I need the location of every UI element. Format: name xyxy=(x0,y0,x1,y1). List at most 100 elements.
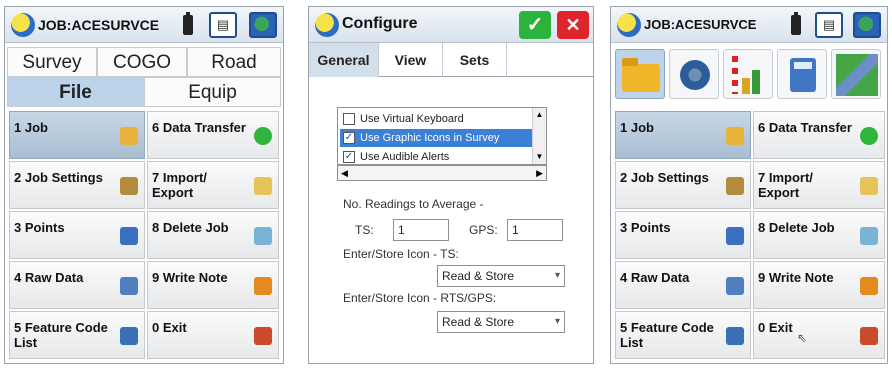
instrument-icon[interactable]: ▤ xyxy=(815,12,843,38)
road-icon[interactable] xyxy=(831,49,881,99)
instrument-icon[interactable]: ▤ xyxy=(209,12,237,38)
points-list-icon xyxy=(726,227,744,245)
dialog-title: Configure xyxy=(342,15,418,32)
mouse-cursor-icon: ⇖ xyxy=(797,331,808,345)
options-listbox[interactable]: Use Virtual Keyboard ✓ Use Graphic Icons… xyxy=(337,107,547,165)
gps-readings-input[interactable]: 1 xyxy=(507,219,563,241)
raw-data-icon xyxy=(726,277,744,295)
ok-check-button[interactable]: ✓ xyxy=(519,11,551,39)
scroll-left-arrow-icon[interactable]: ◀ xyxy=(341,168,348,179)
app-logo-icon[interactable] xyxy=(11,13,35,37)
checkbox-checked[interactable]: ✓ xyxy=(343,132,355,144)
import-export-icon xyxy=(254,177,272,195)
exit-door-icon xyxy=(254,327,272,345)
vertical-scrollbar[interactable]: ▲ ▼ xyxy=(532,108,546,164)
menu-button-8[interactable]: 9 Write Note xyxy=(147,261,279,309)
enter-store-ts-select[interactable]: Read & Store xyxy=(437,265,565,287)
scroll-down-arrow-icon[interactable]: ▼ xyxy=(533,150,546,164)
category-icon-bar xyxy=(613,45,885,103)
list-item[interactable]: ✓ Use Audible Alerts xyxy=(340,148,532,164)
raw-data-icon xyxy=(120,277,138,295)
title-bar: JOB:ACESURVCE ▤ xyxy=(5,7,283,43)
ts-readings-input[interactable]: 1 xyxy=(393,219,449,241)
checkbox-checked[interactable]: ✓ xyxy=(343,151,355,163)
configure-tabs: General View Sets xyxy=(309,43,593,77)
menu-button-label: 0 Exit xyxy=(152,320,187,335)
file-folder-icon[interactable] xyxy=(615,49,665,99)
feature-code-book-icon xyxy=(120,327,138,345)
menu-button-3[interactable]: 2 Job Settings xyxy=(9,161,145,209)
cogo-calculator-icon[interactable] xyxy=(777,49,827,99)
menu-button-5[interactable]: 3 Points xyxy=(615,211,751,259)
tab-file[interactable]: File xyxy=(7,77,144,107)
menu-button-4[interactable]: 7 Import/ Export xyxy=(147,161,279,209)
enter-store-rts-select[interactable]: Read & Store xyxy=(437,311,565,333)
job-settings-icon xyxy=(120,177,138,195)
file-menu-graphic-icons-screen: JOB:ACESURVCE ▤ 1 Job 6 Data Transfer 2 Jo… xyxy=(610,6,888,364)
job-title: JOB:ACESURVCE xyxy=(644,17,757,32)
horizontal-scrollbar[interactable]: ◀ ▶ xyxy=(337,165,547,181)
menu-button-4[interactable]: 7 Import/ Export xyxy=(753,161,885,209)
tab-survey[interactable]: Survey xyxy=(7,47,97,77)
menu-button-9[interactable]: 5 Feature Code List xyxy=(9,311,145,359)
close-x-button[interactable]: ✕ xyxy=(557,11,589,39)
menu-button-2[interactable]: 6 Data Transfer xyxy=(753,111,885,159)
menu-button-8[interactable]: 9 Write Note xyxy=(753,261,885,309)
tab-cogo[interactable]: COGO xyxy=(97,47,187,77)
menu-button-1[interactable]: 1 Job xyxy=(9,111,145,159)
delete-job-icon xyxy=(860,227,878,245)
menu-button-label: 8 Delete Job xyxy=(152,220,229,235)
list-item[interactable]: Use Virtual Keyboard xyxy=(340,110,532,128)
menu-button-label: 9 Write Note xyxy=(152,270,228,285)
app-logo-icon[interactable] xyxy=(617,13,641,37)
menu-button-label: 6 Data Transfer xyxy=(758,120,852,135)
pencil-icon xyxy=(254,277,272,295)
tab-sets[interactable]: Sets xyxy=(443,43,507,77)
file-menu-text-tabs-screen: JOB:ACESURVCE ▤ Survey COGO Road File Eq… xyxy=(4,6,284,364)
menu-button-label: 5 Feature Code List xyxy=(14,320,108,350)
scroll-up-arrow-icon[interactable]: ▲ xyxy=(533,108,546,122)
menu-button-label: 4 Raw Data xyxy=(14,270,84,285)
checkbox-unchecked[interactable] xyxy=(343,113,355,125)
import-export-icon xyxy=(860,177,878,195)
menu-button-5[interactable]: 3 Points xyxy=(9,211,145,259)
menu-button-7[interactable]: 4 Raw Data xyxy=(615,261,751,309)
configure-dialog: Configure ✓ ✕ General View Sets Use Virt… xyxy=(308,6,594,364)
tab-view[interactable]: View xyxy=(379,43,443,77)
tab-equip[interactable]: Equip xyxy=(144,77,281,107)
menu-button-10[interactable]: 0 Exit xyxy=(753,311,885,359)
equip-settings-icon[interactable] xyxy=(669,49,719,99)
exit-door-icon xyxy=(860,327,878,345)
scroll-right-arrow-icon[interactable]: ▶ xyxy=(536,168,543,179)
tab-road[interactable]: Road xyxy=(187,47,281,77)
menu-button-label: 3 Points xyxy=(14,220,65,235)
battery-icon xyxy=(183,12,193,35)
globe-icon[interactable] xyxy=(853,12,881,38)
globe-icon[interactable] xyxy=(249,12,277,38)
menu-button-10[interactable]: 0 Exit xyxy=(147,311,279,359)
menu-button-3[interactable]: 2 Job Settings xyxy=(615,161,751,209)
menu-button-6[interactable]: 8 Delete Job xyxy=(147,211,279,259)
menu-button-label: 4 Raw Data xyxy=(620,270,690,285)
delete-job-icon xyxy=(254,227,272,245)
main-tabs: Survey COGO Road File Equip xyxy=(5,45,283,107)
survey-stakeout-icon[interactable] xyxy=(723,49,773,99)
app-logo-icon[interactable] xyxy=(315,13,339,37)
enter-store-rts-label: Enter/Store Icon - RTS/GPS: xyxy=(343,291,497,305)
menu-button-7[interactable]: 4 Raw Data xyxy=(9,261,145,309)
tab-general[interactable]: General xyxy=(309,43,379,77)
battery-icon xyxy=(791,12,801,35)
feature-code-book-icon xyxy=(726,327,744,345)
title-bar: JOB:ACESURVCE ▤ xyxy=(611,7,887,43)
list-item[interactable]: ✓ Use Graphic Icons in Survey xyxy=(340,129,532,147)
menu-button-1[interactable]: 1 Job xyxy=(615,111,751,159)
menu-button-6[interactable]: 8 Delete Job xyxy=(753,211,885,259)
file-menu-grid: 1 Job 6 Data Transfer 2 Job Settings 7 Impo… xyxy=(9,111,279,361)
menu-button-label: 6 Data Transfer xyxy=(152,120,246,135)
pencil-icon xyxy=(860,277,878,295)
file-menu-grid: 1 Job 6 Data Transfer 2 Job Settings 7 Impo… xyxy=(615,111,885,361)
menu-button-label: 8 Delete Job xyxy=(758,220,835,235)
menu-button-2[interactable]: 6 Data Transfer xyxy=(147,111,279,159)
menu-button-label: 2 Job Settings xyxy=(620,170,709,185)
menu-button-9[interactable]: 5 Feature Code List xyxy=(615,311,751,359)
